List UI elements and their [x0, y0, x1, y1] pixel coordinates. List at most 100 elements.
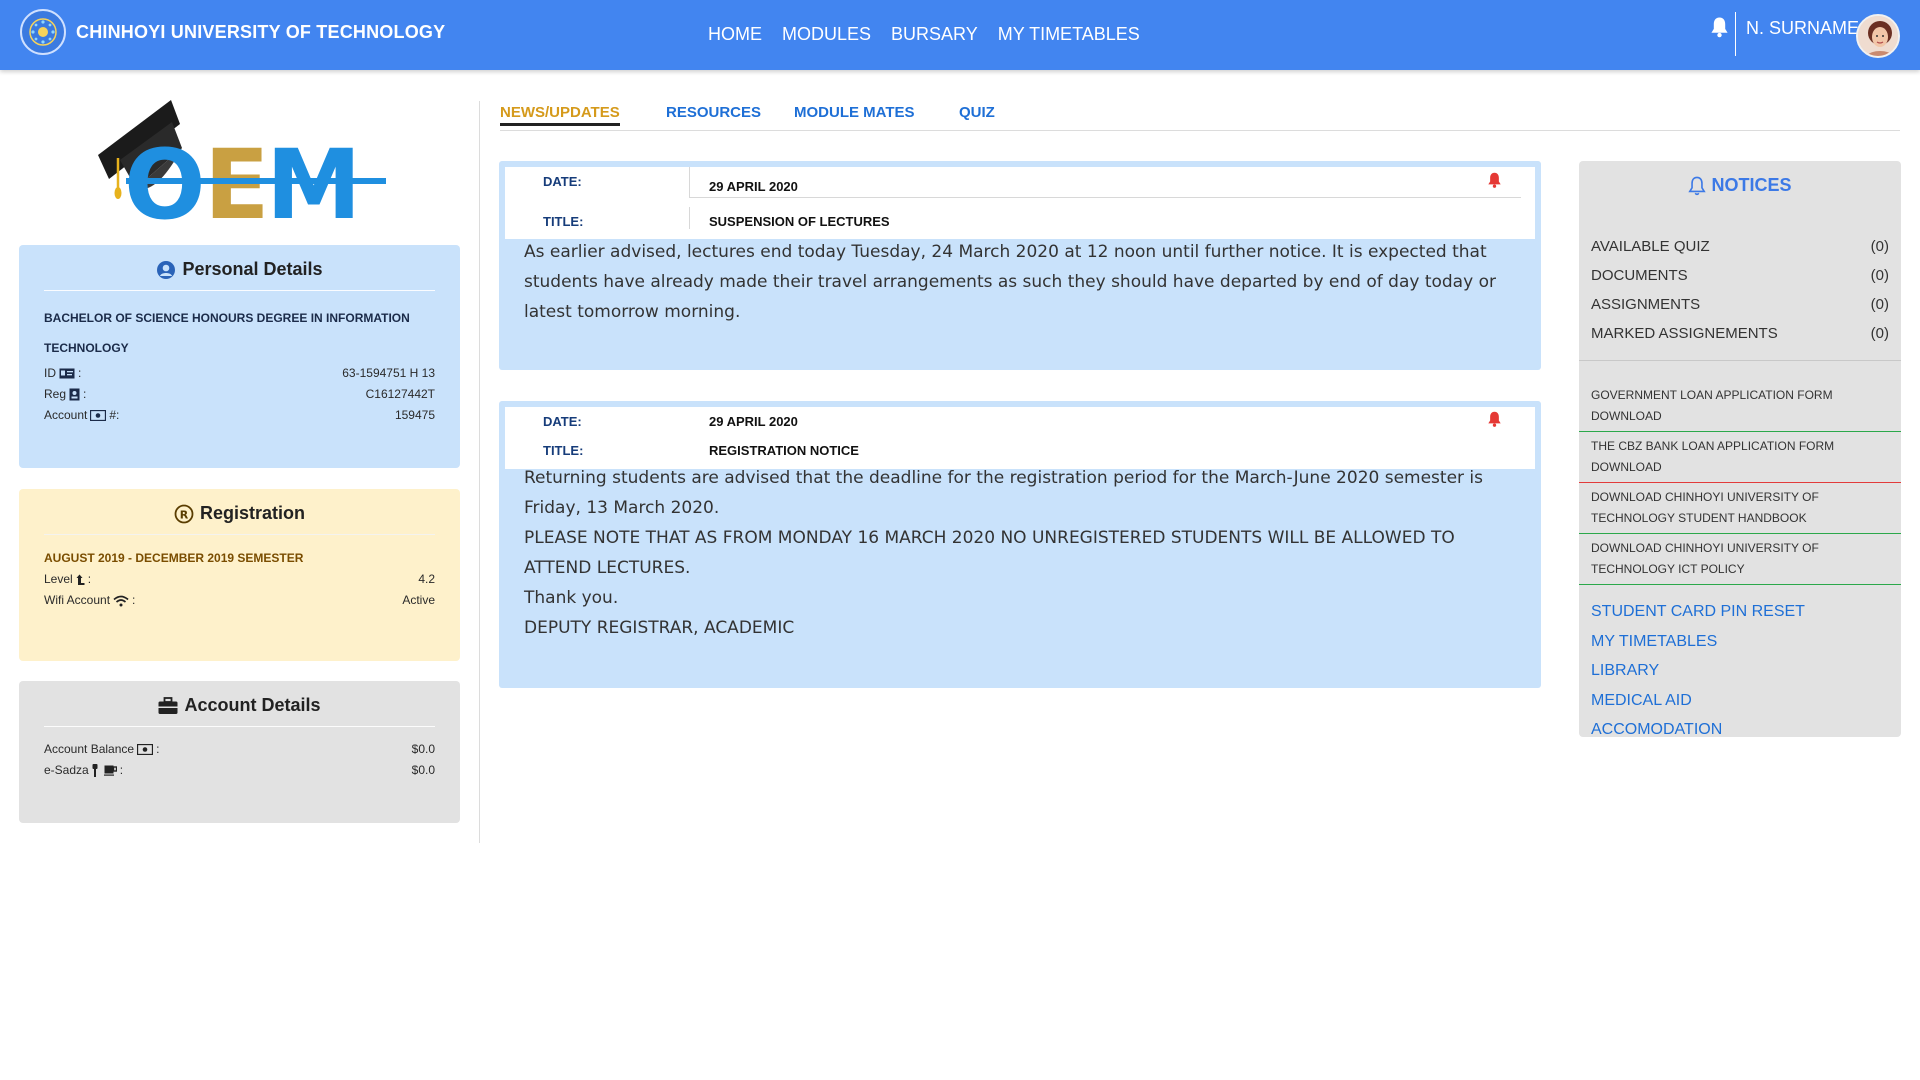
svg-text:O: O [124, 129, 201, 225]
alert-bell-icon [1487, 411, 1502, 432]
news-paragraph: As earlier advised, lectures end today T… [524, 242, 1496, 322]
download-link[interactable]: THE CBZ BANK LOAN APPLICATION FORM DOWNL… [1579, 432, 1901, 483]
quick-links: STUDENT CARD PIN RESET MY TIMETABLES LIB… [1579, 597, 1901, 745]
news-paragraph: Returning students are advised that the … [524, 468, 1484, 518]
news-title: REGISTRATION NOTICE [709, 443, 859, 458]
id-badge-icon [69, 388, 80, 401]
news-paragraph: PLEASE NOTE THAT AS FROM MONDAY 16 MARCH… [524, 528, 1455, 578]
main-nav: HOME MODULES BURSARY MY TIMETABLES [708, 24, 1160, 45]
esadza-value: $0.0 [411, 763, 435, 777]
username[interactable]: N. SURNAME [1746, 18, 1859, 39]
personal-details-card: Personal Details BACHELOR OF SCIENCE HON… [19, 245, 460, 468]
level-row: Level : 4.2 [44, 569, 435, 590]
svg-text:R: R [180, 508, 189, 521]
oem-logo: O E M [96, 100, 386, 241]
download-link[interactable]: GOVERNMENT LOAN APPLICATION FORM DOWNLOA… [1579, 381, 1901, 432]
account-number-value: 159475 [394, 408, 435, 422]
nav-modules[interactable]: MODULES [782, 24, 871, 45]
news-paragraph: DEPUTY REGISTRAR, ACADEMIC [524, 618, 795, 638]
news-header: DATE: 29 APRIL 2020 TITLE: SUSPENSION OF… [505, 167, 1535, 239]
registration-title: R Registration [19, 503, 460, 524]
notice-count-row[interactable]: MARKED ASSIGNEMENTS (0) [1591, 319, 1889, 348]
coffee-icon [103, 765, 117, 776]
university-name: CHINHOYI UNIVERSITY OF TECHNOLOGY [76, 21, 446, 42]
notices-title: NOTICES [1579, 175, 1901, 196]
notice-count-row[interactable]: DOCUMENTS (0) [1591, 261, 1889, 290]
tab-resources[interactable]: RESOURCES [666, 104, 761, 121]
news-paragraph: Thank you. [524, 588, 619, 608]
date-label: DATE: [543, 174, 582, 189]
reg-row: Reg : C16127442T [44, 384, 435, 405]
link-library[interactable]: LIBRARY [1591, 656, 1889, 686]
divider [689, 197, 1521, 198]
balance-row: Account Balance : $0.0 [44, 739, 435, 760]
level-value: 4.2 [418, 572, 435, 586]
news-body: As earlier advised, lectures end today T… [524, 237, 1524, 327]
bell-outline-icon [1688, 176, 1707, 196]
divider [44, 290, 435, 291]
account-number-row: Account #: 159475 [44, 405, 435, 426]
notice-count-row[interactable]: AVAILABLE QUIZ (0) [1591, 232, 1889, 261]
university-crest-icon [20, 9, 66, 55]
content-tabs: NEWS/UPDATES RESOURCES MODULE MATES QUIZ [500, 104, 1900, 131]
esadza-row: e-Sadza : $0.0 [44, 760, 435, 781]
notification-bell-icon[interactable] [1710, 16, 1729, 43]
news-item: DATE: 29 APRIL 2020 TITLE: SUSPENSION OF… [499, 161, 1541, 370]
id-card-icon [59, 368, 75, 379]
tab-quiz[interactable]: QUIZ [959, 104, 995, 121]
date-label: DATE: [543, 414, 582, 429]
account-details-title: Account Details [19, 695, 460, 716]
link-my-timetables[interactable]: MY TIMETABLES [1591, 627, 1889, 657]
link-student-card-pin-reset[interactable]: STUDENT CARD PIN RESET [1591, 597, 1889, 627]
notice-counts: AVAILABLE QUIZ (0) DOCUMENTS (0) ASSIGNM… [1579, 232, 1901, 348]
nav-bursary[interactable]: BURSARY [891, 24, 978, 45]
title-label: TITLE: [543, 214, 584, 229]
registered-icon: R [174, 504, 194, 524]
news-header: DATE: 29 APRIL 2020 TITLE: REGISTRATION … [505, 407, 1535, 469]
tab-module-mates[interactable]: MODULE MATES [794, 104, 915, 121]
divider [44, 726, 435, 727]
download-link[interactable]: DOWNLOAD CHINHOYI UNIVERSITY OF TECHNOLO… [1579, 483, 1901, 534]
id-value: 63-1594751 H 13 [342, 366, 435, 380]
tab-news-updates[interactable]: NEWS/UPDATES [500, 104, 620, 126]
account-details-card: Account Details Account Balance : $0.0 e… [19, 681, 460, 823]
user-separator [1735, 12, 1736, 56]
column-divider [479, 101, 480, 843]
nav-my-timetables[interactable]: MY TIMETABLES [998, 24, 1140, 45]
divider [1579, 360, 1901, 361]
top-navbar: CHINHOYI UNIVERSITY OF TECHNOLOGY HOME M… [0, 0, 1920, 70]
wifi-value: Active [402, 593, 435, 607]
divider [689, 167, 690, 197]
notices-panel: NOTICES AVAILABLE QUIZ (0) DOCUMENTS (0)… [1579, 161, 1901, 738]
money-bill-icon [90, 410, 107, 421]
title-label: TITLE: [543, 443, 584, 458]
id-row: ID : 63-1594751 H 13 [44, 363, 435, 384]
news-date: 29 APRIL 2020 [709, 414, 798, 429]
divider [44, 534, 435, 535]
balance-value: $0.0 [411, 742, 435, 756]
money-bill-icon [137, 744, 154, 755]
news-item: DATE: 29 APRIL 2020 TITLE: REGISTRATION … [499, 401, 1541, 688]
wifi-row: Wifi Account : Active [44, 590, 435, 611]
svg-text:M: M [266, 129, 356, 225]
news-body: Returning students are advised that the … [524, 463, 1524, 643]
link-medical-aid[interactable]: MEDICAL AID [1591, 686, 1889, 716]
link-accomodation[interactable]: ACCOMODATION [1591, 715, 1889, 745]
brand[interactable]: CHINHOYI UNIVERSITY OF TECHNOLOGY [20, 9, 445, 55]
news-title: SUSPENSION OF LECTURES [709, 214, 890, 229]
level-up-icon [76, 574, 85, 585]
download-list: GOVERNMENT LOAN APPLICATION FORM DOWNLOA… [1579, 381, 1901, 585]
wifi-icon [113, 595, 129, 606]
semester: AUGUST 2019 - DECEMBER 2019 SEMESTER [44, 551, 304, 565]
notice-count-row[interactable]: ASSIGNMENTS (0) [1591, 290, 1889, 319]
utensils-icon [92, 764, 98, 777]
download-link[interactable]: DOWNLOAD CHINHOYI UNIVERSITY OF TECHNOLO… [1579, 534, 1901, 585]
news-date: 29 APRIL 2020 [709, 179, 798, 194]
nav-home[interactable]: HOME [708, 24, 762, 45]
briefcase-icon [158, 696, 178, 715]
user-avatar[interactable] [1856, 14, 1900, 58]
reg-value: C16127442T [365, 387, 435, 401]
registration-card: R Registration AUGUST 2019 - DECEMBER 20… [19, 489, 460, 661]
alert-bell-icon [1487, 172, 1502, 193]
divider [689, 207, 690, 229]
